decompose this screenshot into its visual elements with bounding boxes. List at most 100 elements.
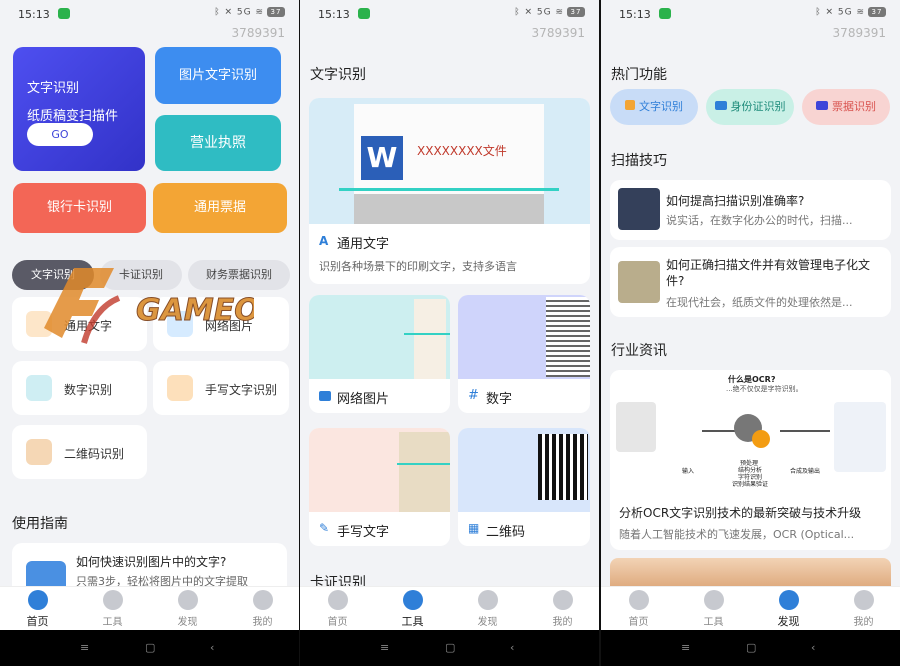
tile-general-text[interactable]: 通用文字 bbox=[12, 297, 147, 351]
bottom-tabbar: 首页 工具 发现 我的 bbox=[0, 586, 299, 630]
tab-label: 发现 bbox=[177, 617, 198, 628]
signal-icons: ᛒ ✕ 5G ≋ bbox=[214, 7, 264, 18]
guide-title: 使用指南 bbox=[12, 516, 68, 532]
news-title: 行业资讯 bbox=[611, 343, 667, 359]
handwriting-card[interactable]: ✎ 手写文字 bbox=[309, 428, 450, 546]
tip-item[interactable]: 如何提高扫描识别准确率? 说实话，在数字化办公的时代，扫描... bbox=[610, 180, 891, 240]
user-id: 3789391 bbox=[531, 26, 585, 40]
compass-icon bbox=[477, 590, 498, 610]
scan-line bbox=[404, 333, 450, 335]
battery-icon: 37 bbox=[868, 7, 886, 17]
doc-footer bbox=[354, 194, 544, 224]
tab-mine[interactable]: 我的 bbox=[826, 587, 900, 631]
hot-id-card[interactable]: 身份证识别 bbox=[706, 89, 794, 125]
diagram-subheading: ...绝不仅仅是字符识别。 bbox=[726, 385, 803, 393]
web-image-card[interactable]: 网络图片 bbox=[309, 295, 450, 413]
tile-handwriting[interactable]: 手写文字识别 bbox=[153, 361, 289, 415]
hot-title: 热门功能 bbox=[611, 67, 667, 83]
compass-icon bbox=[177, 590, 198, 610]
status-icons: ᛒ ✕ 5G ≋ 37 bbox=[514, 7, 585, 18]
tab-text[interactable]: 文字识别 bbox=[12, 260, 94, 290]
go-button[interactable]: GO bbox=[27, 123, 93, 146]
tab-discover[interactable]: 发现 bbox=[450, 587, 525, 631]
home-nav-icon[interactable]: ▢ bbox=[145, 641, 155, 654]
menu-icon[interactable]: ≡ bbox=[681, 641, 690, 654]
digit-sheet bbox=[546, 297, 590, 377]
font-icon: A bbox=[319, 234, 329, 248]
user-id: 3789391 bbox=[231, 26, 285, 40]
bank-card-card[interactable]: 银行卡识别 bbox=[13, 183, 146, 233]
business-license-card[interactable]: 营业执照 bbox=[155, 115, 281, 171]
tab-label: 发现 bbox=[777, 615, 800, 628]
tile-label: 手写文字识别 bbox=[205, 383, 278, 397]
news-item[interactable]: 什么是OCR? ...绝不仅仅是字符识别。 输入 预处理 结构分析 字符识别 识… bbox=[610, 370, 891, 550]
tip-thumbnail bbox=[618, 261, 660, 303]
back-icon[interactable]: ‹ bbox=[811, 641, 815, 654]
menu-icon[interactable]: ≡ bbox=[380, 641, 389, 654]
tab-home[interactable]: 首页 bbox=[601, 587, 676, 631]
signal-icons: ᛒ ✕ 5G ≋ bbox=[815, 7, 865, 18]
status-time: 15:13 bbox=[619, 8, 651, 21]
tab-mine[interactable]: 我的 bbox=[225, 587, 299, 631]
menu-icon[interactable]: ≡ bbox=[80, 641, 89, 654]
bottom-tabbar: 首页 工具 发现 我的 bbox=[300, 571, 599, 651]
home-nav-icon[interactable]: ▢ bbox=[445, 641, 455, 654]
tab-discover[interactable]: 发现 bbox=[150, 587, 225, 631]
status-time: 15:13 bbox=[18, 8, 50, 21]
tab-label: 首页 bbox=[327, 617, 348, 628]
tab-discover[interactable]: 发现 bbox=[741, 571, 836, 651]
status-time: 15:13 bbox=[318, 8, 350, 21]
arrow-icon bbox=[780, 430, 830, 432]
output-files-icon bbox=[834, 402, 886, 472]
word-icon: W bbox=[361, 136, 403, 180]
home-icon bbox=[27, 590, 48, 610]
guide-item-title: 如何快速识别图片中的文字? bbox=[76, 555, 227, 569]
user-icon bbox=[552, 590, 573, 610]
tab-tools[interactable]: 工具 bbox=[75, 587, 150, 631]
card-label: 图片文字识别 bbox=[178, 68, 257, 83]
tab-home[interactable]: 首页 bbox=[0, 587, 75, 631]
tile-web-image[interactable]: 网络图片 bbox=[153, 297, 289, 351]
tab-tools[interactable]: 工具 bbox=[365, 571, 460, 651]
tip-thumbnail bbox=[618, 188, 660, 230]
tab-tools[interactable]: 工具 bbox=[676, 587, 751, 631]
home-icon bbox=[628, 590, 649, 610]
documents-icon bbox=[616, 402, 656, 452]
status-bar: 15:13 ᛒ ✕ 5G ≋ 37 bbox=[300, 0, 599, 28]
general-text-card[interactable]: W XXXXXXXX文件 A 通用文字 识别各种场景下的印刷文字，支持多语言 bbox=[309, 98, 590, 284]
card-title: 网络图片 bbox=[337, 392, 390, 407]
doc-title: XXXXXXXX文件 bbox=[417, 144, 507, 158]
tab-label: 我的 bbox=[552, 617, 573, 628]
toolbox-icon bbox=[402, 590, 423, 610]
scan-line bbox=[339, 188, 559, 191]
tile-label: 通用文字 bbox=[64, 319, 113, 333]
back-icon[interactable]: ‹ bbox=[210, 641, 214, 654]
hot-text-recognition[interactable]: 文字识别 bbox=[610, 89, 698, 125]
tip-item[interactable]: 如何正确扫描文件并有效管理电子化文件? 在现代社会，纸质文件的处理依然是... bbox=[610, 247, 891, 317]
tab-mine[interactable]: 我的 bbox=[525, 587, 599, 631]
diagram-label: 识别结果验证 bbox=[732, 481, 769, 488]
home-nav-icon[interactable]: ▢ bbox=[746, 641, 756, 654]
ticket-icon bbox=[816, 101, 828, 110]
tile-qrcode[interactable]: 二维码识别 bbox=[12, 425, 147, 479]
digit-thumbnail bbox=[458, 295, 590, 379]
hot-ticket[interactable]: 票据识别 bbox=[802, 89, 890, 125]
tile-digit[interactable]: 数字识别 bbox=[12, 361, 147, 415]
status-icons: ᛒ ✕ 5G ≋ 37 bbox=[214, 7, 285, 18]
tab-label: 首页 bbox=[628, 617, 649, 628]
tab-finance[interactable]: 财务票据识别 bbox=[188, 260, 290, 290]
card-label: 银行卡识别 bbox=[46, 200, 112, 215]
general-ticket-card[interactable]: 通用票据 bbox=[153, 183, 287, 233]
image-text-card[interactable]: 图片文字识别 bbox=[155, 47, 281, 104]
back-icon[interactable]: ‹ bbox=[510, 641, 514, 654]
digit-card[interactable]: # 数字 bbox=[458, 295, 590, 413]
card-label: 营业执照 bbox=[190, 135, 246, 151]
tab-card[interactable]: 卡证识别 bbox=[100, 260, 182, 290]
text-recognition-card[interactable]: 文字识别 纸质稿变扫描件 GO bbox=[13, 47, 145, 171]
tab-label: 发现 bbox=[477, 617, 498, 628]
pill-label: 票据识别 bbox=[832, 100, 876, 113]
card-title: 二维码 bbox=[486, 525, 526, 540]
wechat-icon bbox=[58, 8, 70, 19]
tab-home[interactable]: 首页 bbox=[300, 587, 375, 631]
qrcode-card[interactable]: ▦ 二维码 bbox=[458, 428, 590, 546]
